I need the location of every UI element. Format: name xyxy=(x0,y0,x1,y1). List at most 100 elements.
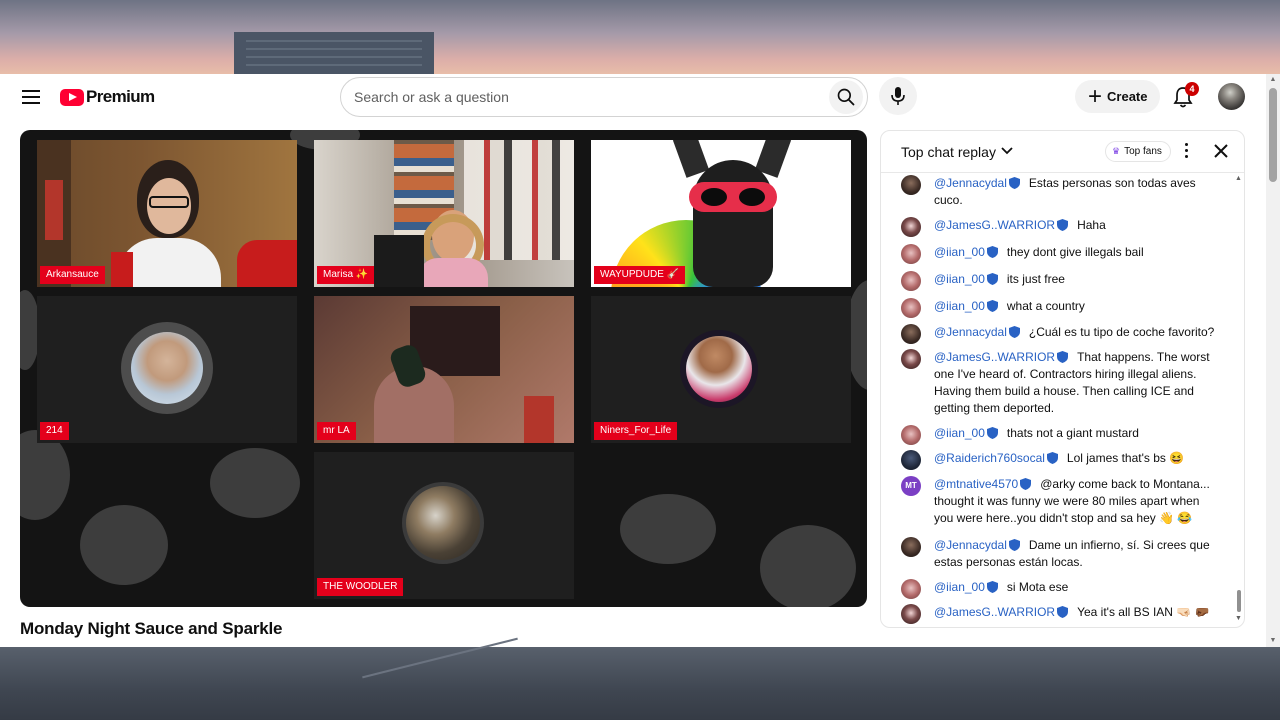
crown-icon: ♛ xyxy=(1112,146,1121,156)
account-avatar[interactable] xyxy=(1218,83,1245,110)
verified-badge-icon xyxy=(1008,177,1020,189)
close-icon[interactable] xyxy=(1212,142,1230,160)
author-name[interactable]: @Jennacydal xyxy=(934,325,1007,339)
person-video xyxy=(354,336,474,443)
participant-name-tag: mr LA xyxy=(317,422,356,440)
desktop-background-building xyxy=(234,32,434,74)
logo-text: Premium xyxy=(86,87,155,106)
chat-message: @JamesG..WARRIOR Yea it's all BS IAN 🤜🏻 🤛… xyxy=(901,604,1221,624)
chevron-down-icon xyxy=(1001,147,1013,155)
author-avatar[interactable] xyxy=(901,450,921,470)
person-video xyxy=(418,210,488,287)
notification-count-badge: 4 xyxy=(1185,82,1199,96)
search-bar xyxy=(340,77,868,117)
wall-decor xyxy=(45,180,63,240)
participant-avatar xyxy=(402,482,484,564)
chat-scrollbar-thumb[interactable] xyxy=(1237,590,1241,612)
video-title: Monday Night Sauce and Sparkle xyxy=(20,619,283,638)
chat-message: @iian_00 what a country xyxy=(901,298,1221,318)
author-name[interactable]: @Raiderich760socal xyxy=(934,451,1045,465)
background-blob xyxy=(620,494,716,564)
create-button[interactable]: + Create xyxy=(1075,80,1160,113)
verified-badge-icon xyxy=(1057,606,1069,618)
participant-name-tag: THE WOODLER xyxy=(317,578,404,596)
chat-message: @iian_00 si Mota ese xyxy=(901,579,1221,599)
participant-tile[interactable]: WAYUPDUDE 🎸 xyxy=(591,140,851,287)
author-avatar[interactable] xyxy=(901,604,921,624)
scroll-down-arrow[interactable]: ▼ xyxy=(1269,637,1277,645)
author-avatar[interactable] xyxy=(901,579,921,599)
page-scrollbar[interactable]: ▲ ▼ xyxy=(1266,74,1280,647)
author-avatar[interactable] xyxy=(901,324,921,344)
youtube-premium-logo[interactable]: Premium xyxy=(60,87,155,107)
chat-message: @JamesG..WARRIOR That happens. The worst … xyxy=(901,349,1221,417)
author-name[interactable]: @JamesG..WARRIOR xyxy=(934,350,1055,364)
author-avatar[interactable] xyxy=(901,217,921,237)
participant-tile[interactable]: Niners_For_Life xyxy=(591,296,851,443)
author-avatar[interactable] xyxy=(901,349,921,369)
menu-icon[interactable] xyxy=(22,90,40,104)
chat-message: @iian_00 its just free xyxy=(901,271,1221,291)
participant-avatar xyxy=(680,330,758,408)
scroll-up-arrow[interactable]: ▲ xyxy=(1269,76,1277,84)
author-name[interactable]: @iian_00 xyxy=(934,245,985,259)
participant-name-tag: Niners_For_Life xyxy=(594,422,678,440)
search-icon xyxy=(837,88,855,106)
top-fans-label: Top fans xyxy=(1124,146,1162,157)
participant-name-tag: Arkansauce xyxy=(40,266,105,284)
youtube-logo-icon xyxy=(60,88,84,106)
message-text: si Mota ese xyxy=(1006,580,1069,594)
page-scrollbar-thumb[interactable] xyxy=(1269,88,1277,182)
video-player[interactable]: Arkansauce Marisa ✨ WAYUPDUDE 🎸 214 mr L… xyxy=(20,130,867,607)
author-name[interactable]: @iian_00 xyxy=(934,580,985,594)
search-input[interactable] xyxy=(354,87,814,107)
author-name[interactable]: @mtnative4570 xyxy=(934,477,1018,491)
author-name[interactable]: @Jennacydal xyxy=(934,538,1007,552)
chat-message: @Jennacydal ¿Cuál es tu tipo de coche fav… xyxy=(901,324,1221,344)
dog-image xyxy=(672,140,792,287)
top-fans-button[interactable]: ♛ Top fans xyxy=(1105,141,1171,162)
participant-tile[interactable]: Arkansauce xyxy=(37,140,297,287)
author-name[interactable]: @iian_00 xyxy=(934,426,985,440)
author-avatar[interactable]: MT xyxy=(901,476,921,496)
background-blob xyxy=(80,505,168,585)
red-chair xyxy=(237,240,297,287)
participant-name-tag: 214 xyxy=(40,422,69,440)
verified-badge-icon xyxy=(986,581,998,593)
chat-scroll-up-arrow[interactable]: ▲ xyxy=(1235,175,1242,182)
plus-icon: + xyxy=(1088,82,1103,110)
author-name[interactable]: @Jennacydal xyxy=(934,176,1007,190)
participant-tile[interactable]: 214 xyxy=(37,296,297,443)
chat-message: @iian_00 they dont give illegals bail xyxy=(901,244,1221,264)
chat-title-label: Top chat replay xyxy=(901,144,996,160)
author-avatar[interactable] xyxy=(901,537,921,557)
participant-tile[interactable]: THE WOODLER xyxy=(314,452,574,599)
author-name[interactable]: @JamesG..WARRIOR xyxy=(934,218,1055,232)
desk-chair xyxy=(374,235,424,287)
author-name[interactable]: @JamesG..WARRIOR xyxy=(934,605,1055,619)
author-avatar[interactable] xyxy=(901,244,921,264)
author-name[interactable]: @iian_00 xyxy=(934,299,985,313)
author-avatar[interactable] xyxy=(901,425,921,445)
desktop-background-sky xyxy=(0,0,1280,74)
verified-badge-icon xyxy=(1008,326,1020,338)
voice-search-button[interactable] xyxy=(879,77,917,115)
verified-badge-icon xyxy=(1008,539,1020,551)
chat-message: @Jennacydal Estas personas son todas aves… xyxy=(901,175,1221,209)
author-avatar[interactable] xyxy=(901,175,921,195)
participant-avatar xyxy=(121,322,213,414)
author-avatar[interactable] xyxy=(901,271,921,291)
chat-scroll-down-arrow[interactable]: ▼ xyxy=(1235,615,1242,622)
participant-tile[interactable]: Marisa ✨ xyxy=(314,140,574,287)
notifications-button[interactable]: 4 xyxy=(1170,82,1199,111)
search-button[interactable] xyxy=(829,80,863,114)
author-avatar[interactable] xyxy=(901,298,921,318)
chat-mode-dropdown[interactable]: Top chat replay xyxy=(901,144,1013,160)
background-blob xyxy=(760,525,856,607)
message-text: ¿Cuál es tu tipo de coche favorito? xyxy=(1028,325,1215,339)
participant-tile[interactable]: mr LA xyxy=(314,296,574,443)
author-name[interactable]: @iian_00 xyxy=(934,272,985,286)
message-text: Lol james that's bs 😆 xyxy=(1066,451,1185,465)
more-vert-icon[interactable] xyxy=(1181,143,1191,161)
person-video xyxy=(107,152,227,287)
